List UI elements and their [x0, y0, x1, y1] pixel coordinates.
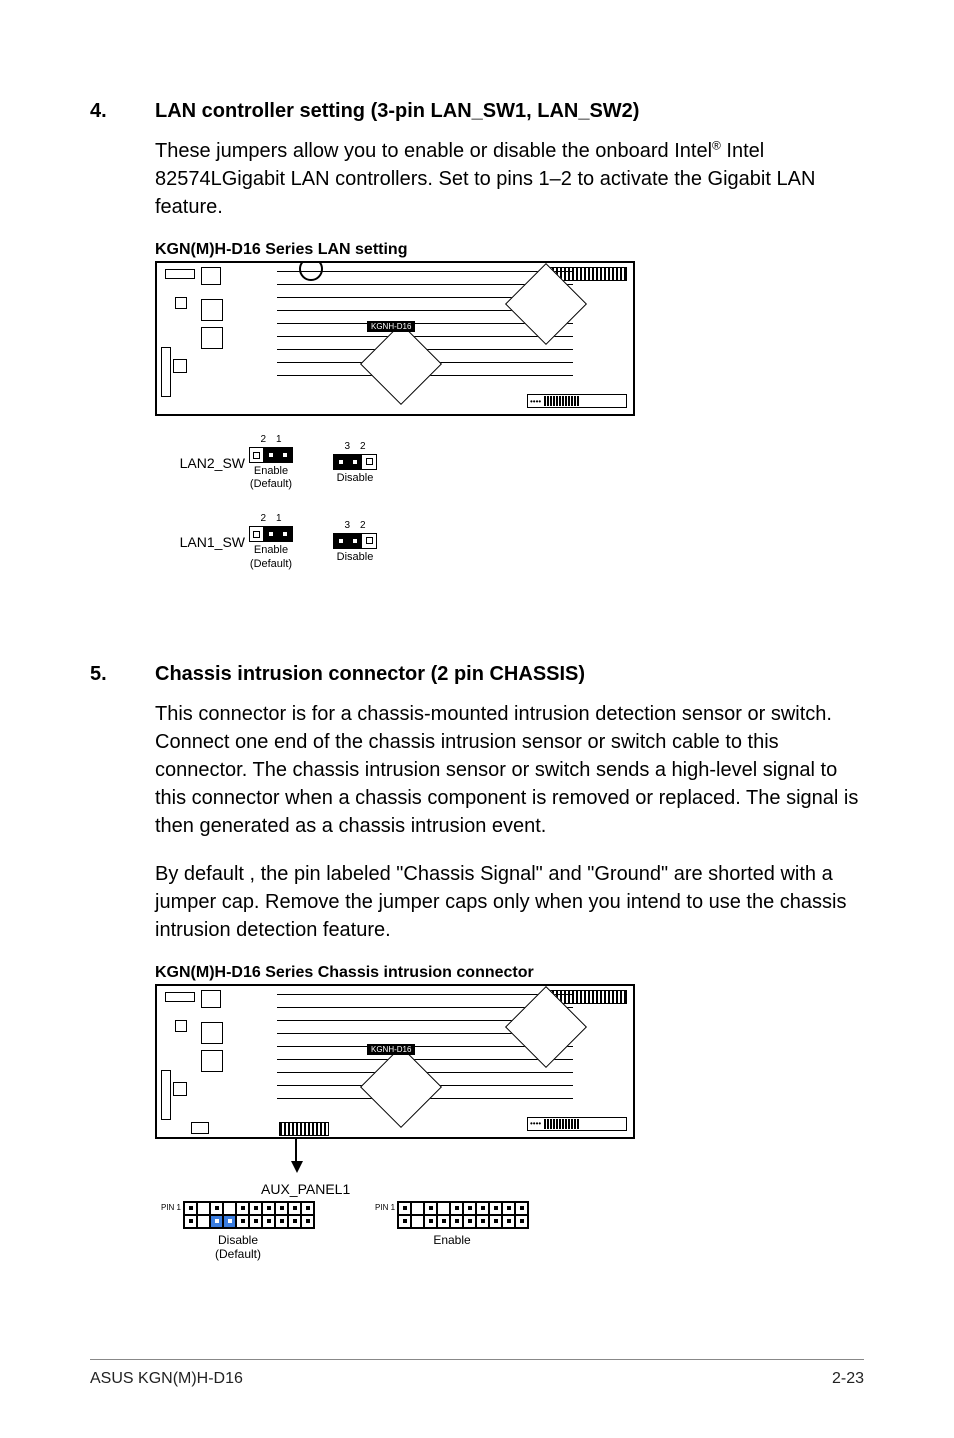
aux-panel-label: AUX_PANEL1 [261, 1181, 864, 1197]
jumper-settings: LAN2_SW 21 Enable(Default) 32 Disable [155, 416, 864, 603]
port-icon [191, 1122, 209, 1134]
jumper-sublabel: Enable(Default) [250, 465, 292, 491]
section-chassis: 5. Chassis intrusion connector (2 pin CH… [90, 663, 864, 1282]
section-body: LAN controller setting (3-pin LAN_SW1, L… [155, 100, 864, 623]
aux-panel-highlight-icon [279, 1122, 329, 1136]
mobo-model-label: KGNH-D16 [367, 321, 415, 332]
barcode-icon: •••• [527, 1117, 627, 1131]
mobo-model-label: KGNH-D16 [367, 1044, 415, 1055]
port-icon [165, 269, 195, 279]
jumper-unit-disable: 32 Disable [333, 520, 377, 564]
jumper-row-lan1: LAN1_SW 21 Enable(Default) 32 Disable [169, 513, 864, 570]
pin-block-icon [333, 454, 377, 470]
port-icon [201, 990, 221, 1008]
port-icon [175, 1020, 187, 1032]
panel-row: PIN 1 Disable(Default) PIN 1 [161, 1201, 864, 1262]
jumper-label: LAN2_SW [169, 455, 245, 471]
jumper-label: LAN1_SW [169, 534, 245, 550]
pin1-label: PIN 1 [375, 1203, 395, 1212]
panel-sublabel: Enable [433, 1233, 470, 1247]
text-part1: These jumpers allow you to enable or dis… [155, 140, 712, 162]
section-paragraph: This connector is for a chassis-mounted … [155, 700, 864, 840]
pin-block-icon [249, 447, 293, 463]
port-icon [173, 1082, 187, 1096]
pin-block-icon [249, 526, 293, 542]
page-footer: ASUS KGN(M)H-D16 2-23 [90, 1359, 864, 1388]
section-number: 5. [90, 663, 155, 1282]
jumper-sublabel: Disable [337, 551, 374, 564]
aux-panel-icon [397, 1201, 529, 1229]
diagram-title: KGN(M)H-D16 Series Chassis intrusion con… [155, 964, 864, 982]
pin-block-icon [333, 533, 377, 549]
section-number: 4. [90, 100, 155, 623]
section-body: Chassis intrusion connector (2 pin CHASS… [155, 663, 864, 1282]
jumper-unit-disable: 32 Disable [333, 441, 377, 485]
section-text: These jumpers allow you to enable or dis… [155, 137, 864, 221]
port-icon [201, 299, 223, 321]
jumper-unit-enable: 21 Enable(Default) [249, 434, 293, 491]
chassis-diagram: KGN(M)H-D16 Series Chassis intrusion con… [155, 964, 864, 1262]
panel-unit-disable: PIN 1 Disable(Default) [161, 1201, 315, 1262]
motherboard-diagram: KGNH-D16 •••• [155, 261, 635, 416]
port-icon [201, 1050, 223, 1072]
port-icon [201, 327, 223, 349]
port-icon [161, 347, 171, 397]
aux-panel-icon [183, 1201, 315, 1229]
reg-mark: ® [712, 138, 721, 152]
port-icon [165, 992, 195, 1002]
pin-numbers: 21 [260, 513, 281, 524]
footer-right: 2-23 [832, 1370, 864, 1388]
lan-diagram: KGN(M)H-D16 Series LAN setting KGNH-D16 … [155, 241, 864, 603]
section-paragraph: By default , the pin labeled "Chassis Si… [155, 860, 864, 944]
panel-sublabel: Disable(Default) [215, 1233, 261, 1262]
footer-left: ASUS KGN(M)H-D16 [90, 1370, 243, 1388]
section-lan: 4. LAN controller setting (3-pin LAN_SW1… [90, 100, 864, 623]
port-icon [175, 297, 187, 309]
port-icon [201, 1022, 223, 1044]
jumper-row-lan2: LAN2_SW 21 Enable(Default) 32 Disable [169, 434, 864, 491]
jumper-sublabel: Enable(Default) [250, 544, 292, 570]
barcode-icon: •••• [527, 394, 627, 408]
jumper-sublabel: Disable [337, 472, 374, 485]
arrow-stem-icon [295, 1139, 297, 1163]
jumper-unit-enable: 21 Enable(Default) [249, 513, 293, 570]
port-icon [201, 267, 221, 285]
section-title: LAN controller setting (3-pin LAN_SW1, L… [155, 100, 864, 123]
diagram-title: KGN(M)H-D16 Series LAN setting [155, 241, 864, 259]
pin-numbers: 21 [260, 434, 281, 445]
port-icon [173, 359, 187, 373]
motherboard-diagram: KGNH-D16 •••• [155, 984, 635, 1139]
arrow-down-icon [291, 1161, 303, 1173]
section-title: Chassis intrusion connector (2 pin CHASS… [155, 663, 864, 686]
port-icon [161, 1070, 171, 1120]
pin1-label: PIN 1 [161, 1203, 181, 1212]
pin-numbers: 32 [344, 441, 365, 452]
panel-unit-enable: PIN 1 Enable [375, 1201, 529, 1247]
pin-numbers: 32 [344, 520, 365, 531]
